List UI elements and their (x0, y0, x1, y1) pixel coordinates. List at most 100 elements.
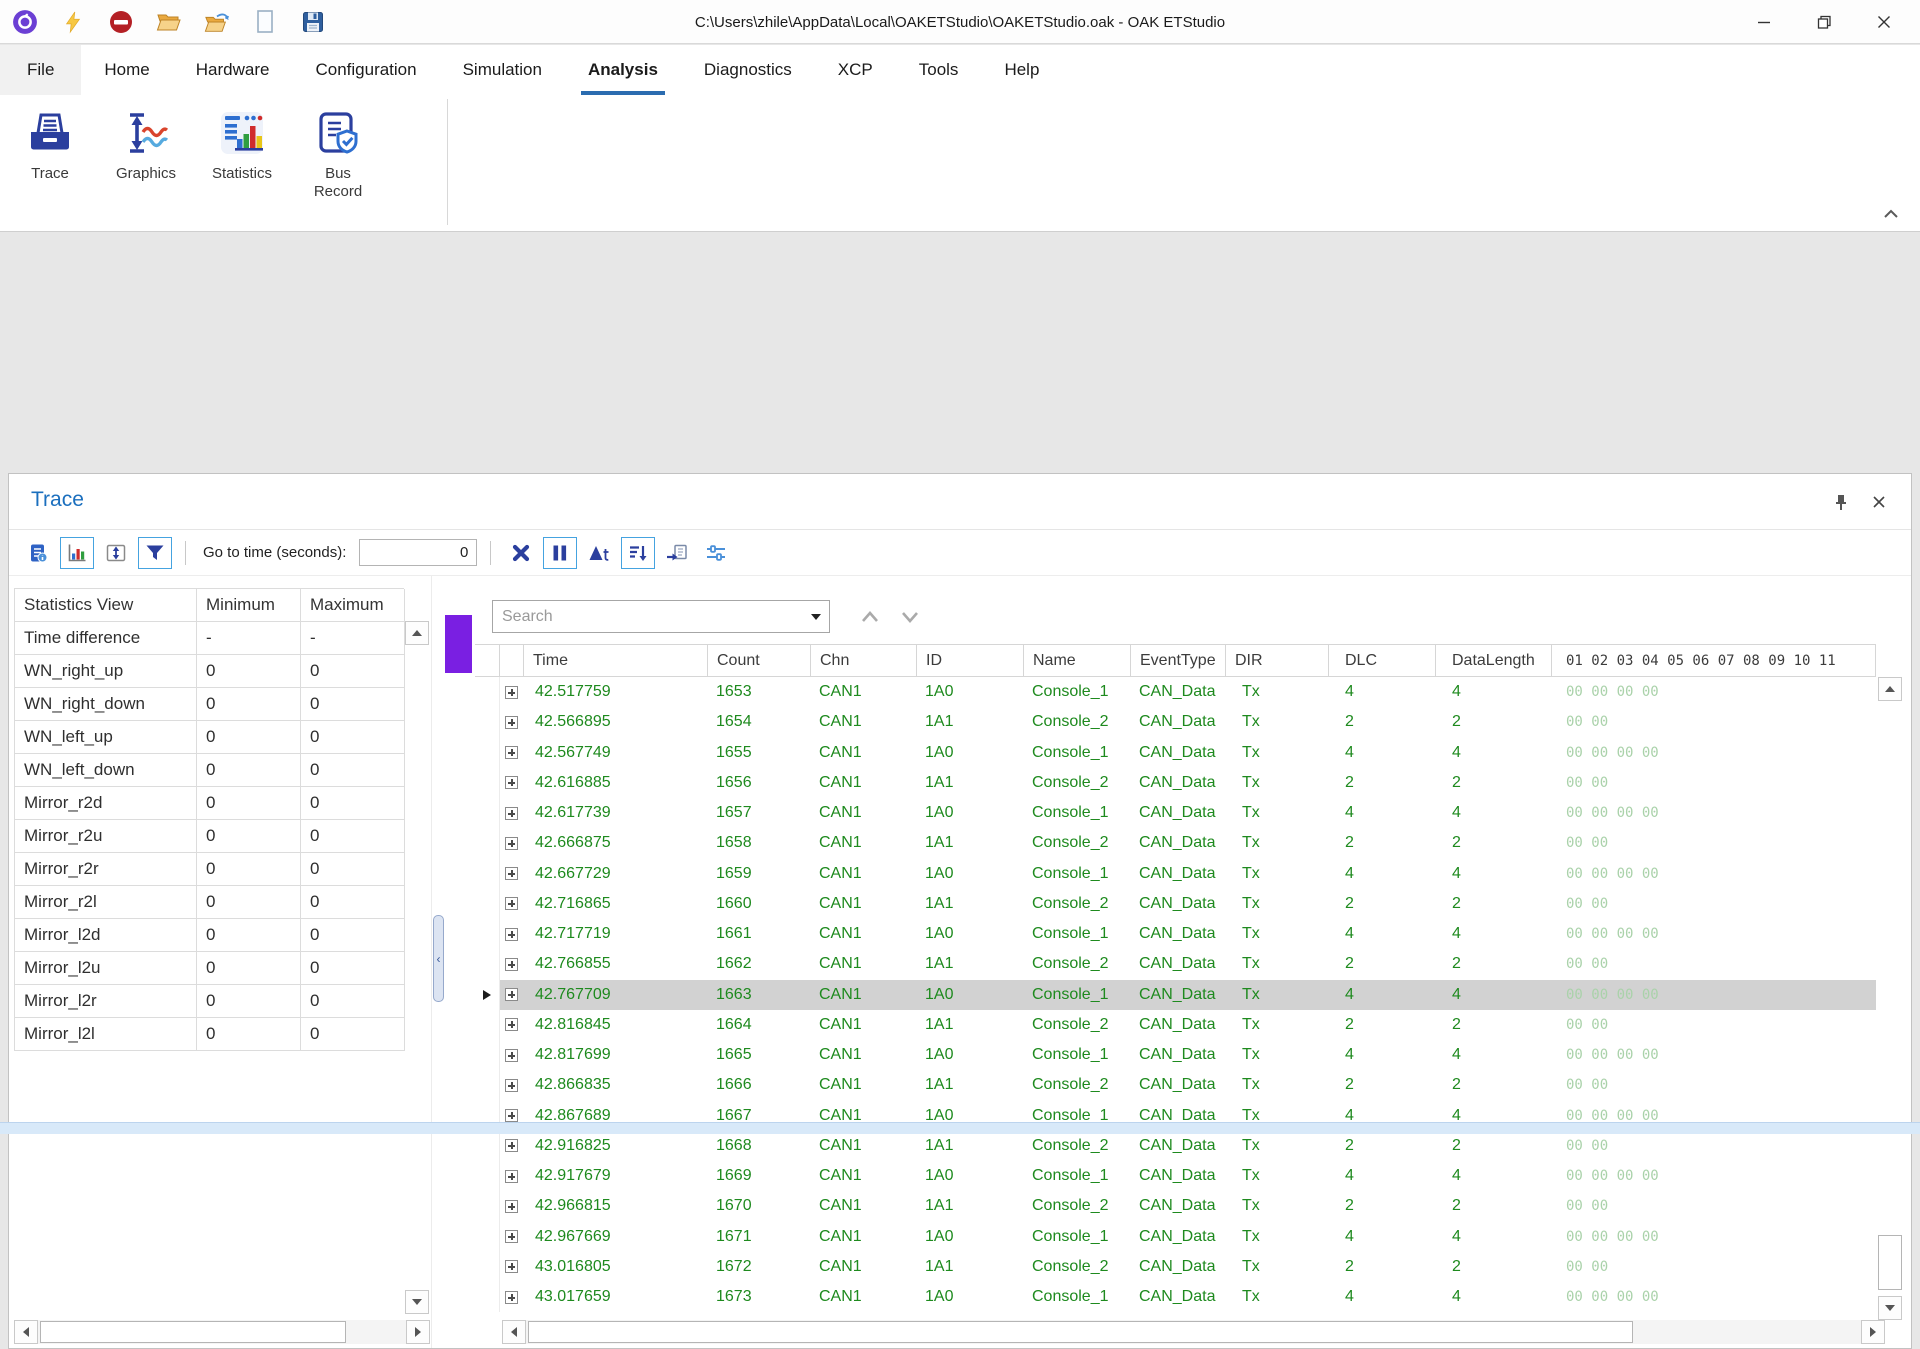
overview-button[interactable] (21, 537, 55, 569)
import-folder-icon[interactable] (204, 9, 230, 35)
expand-plus-icon[interactable] (505, 807, 518, 820)
trace-vertical-scrollbar[interactable] (1878, 677, 1904, 1320)
trace-row[interactable]: 43.0168051672CAN11A1Console_2CAN_DataTx2… (475, 1252, 1876, 1282)
column-header-eventtype[interactable]: EventType (1131, 645, 1226, 677)
save-icon[interactable] (300, 9, 326, 35)
ribbon-button-trace[interactable]: Trace (2, 101, 98, 201)
scroll-up-button[interactable] (1878, 677, 1902, 701)
expand-plus-icon[interactable] (505, 1260, 518, 1273)
statistics-row[interactable]: WN_left_up00 (15, 721, 404, 754)
expand-plus-icon[interactable] (505, 1230, 518, 1243)
clear-button[interactable] (504, 537, 538, 569)
close-button[interactable] (1854, 0, 1914, 44)
statistics-row[interactable]: Mirror_l2l00 (15, 1018, 404, 1051)
expand-plus-icon[interactable] (505, 988, 518, 1001)
expand-plus-icon[interactable] (505, 686, 518, 699)
trace-row[interactable]: 42.9676691671CAN11A0Console_1CAN_DataTx4… (475, 1222, 1876, 1252)
expand-plus-icon[interactable] (505, 928, 518, 941)
expand-plus-icon[interactable] (505, 716, 518, 729)
column-header-databytes[interactable]: 01 02 03 04 05 06 07 08 09 10 11 12 (1552, 645, 1876, 677)
statistics-row[interactable]: WN_right_up00 (15, 655, 404, 688)
scroll-up-button[interactable] (405, 621, 429, 645)
pause-button[interactable] (543, 537, 577, 569)
search-input[interactable] (493, 601, 803, 632)
column-header-id[interactable]: ID (917, 645, 1024, 677)
panel-close-icon[interactable] (1867, 490, 1891, 514)
lightning-icon[interactable] (60, 9, 86, 35)
fit-rows-button[interactable] (99, 537, 133, 569)
expand-plus-icon[interactable] (505, 867, 518, 880)
statistics-row[interactable]: Mirror_l2r00 (15, 985, 404, 1018)
goto-time-input[interactable] (359, 539, 477, 566)
column-header-datalength[interactable]: DataLength (1436, 645, 1552, 677)
ribbon-collapse-chevron-icon[interactable] (1878, 203, 1904, 225)
search-next-button[interactable] (896, 604, 924, 630)
trace-row[interactable]: 42.6177391657CAN11A0Console_1CAN_DataTx4… (475, 798, 1876, 828)
scrollbar-thumb[interactable] (40, 1321, 346, 1343)
trace-row[interactable]: 42.5677491655CAN11A0Console_1CAN_DataTx4… (475, 738, 1876, 768)
scroll-right-button[interactable] (406, 1320, 430, 1344)
ribbon-button-statistics[interactable]: Statistics (194, 101, 290, 201)
statistics-row[interactable]: Mirror_r2r00 (15, 853, 404, 886)
ribbon-button-bus-record[interactable]: Bus Record (290, 101, 386, 201)
menu-item-hardware[interactable]: Hardware (173, 45, 293, 95)
trace-row[interactable]: 42.7168651660CAN11A1Console_2CAN_DataTx2… (475, 889, 1876, 919)
app-logo-icon[interactable] (12, 9, 38, 35)
column-header-time[interactable]: Time (524, 645, 708, 677)
expand-plus-icon[interactable] (505, 1170, 518, 1183)
statistics-row[interactable]: Mirror_l2u00 (15, 952, 404, 985)
trace-row[interactable]: 42.8176991665CAN11A0Console_1CAN_DataTx4… (475, 1040, 1876, 1070)
trace-row[interactable]: 42.9176791669CAN11A0Console_1CAN_DataTx4… (475, 1161, 1876, 1191)
trace-row[interactable]: 42.8168451664CAN11A1Console_2CAN_DataTx2… (475, 1010, 1876, 1040)
trace-row[interactable]: 42.5177591653CAN11A0Console_1CAN_DataTx4… (475, 677, 1876, 707)
expand-plus-icon[interactable] (505, 1291, 518, 1304)
scroll-left-button[interactable] (14, 1320, 38, 1344)
trace-row[interactable]: 42.7677091663CAN11A0Console_1CAN_DataTx4… (475, 980, 1876, 1010)
menu-item-configuration[interactable]: Configuration (292, 45, 439, 95)
trace-row[interactable]: 42.7668551662CAN11A1Console_2CAN_DataTx2… (475, 949, 1876, 979)
expand-plus-icon[interactable] (505, 837, 518, 850)
statistics-row[interactable]: Mirror_r2d00 (15, 787, 404, 820)
statistics-row[interactable]: Mirror_r2l00 (15, 886, 404, 919)
expand-plus-icon[interactable] (505, 1018, 518, 1031)
pin-icon[interactable] (1829, 490, 1853, 514)
scrollbar-thumb[interactable] (528, 1321, 1633, 1343)
expand-plus-icon[interactable] (505, 1200, 518, 1213)
menu-item-tools[interactable]: Tools (896, 45, 982, 95)
scroll-right-button[interactable] (1861, 1320, 1885, 1344)
scroll-down-button[interactable] (405, 1290, 429, 1314)
trace-row[interactable]: 42.9168251668CAN11A1Console_2CAN_DataTx2… (475, 1131, 1876, 1161)
trace-row[interactable]: 42.9668151670CAN11A1Console_2CAN_DataTx2… (475, 1191, 1876, 1221)
menu-item-file[interactable]: File (0, 45, 81, 95)
statistics-row[interactable]: Mirror_l2d00 (15, 919, 404, 952)
statistics-view-button[interactable] (60, 537, 94, 569)
trace-row[interactable]: 42.6668751658CAN11A1Console_2CAN_DataTx2… (475, 828, 1876, 858)
expand-plus-icon[interactable] (505, 897, 518, 910)
expand-plus-icon[interactable] (505, 1079, 518, 1092)
filter-button[interactable] (138, 537, 172, 569)
column-header-dlc[interactable]: DLC (1329, 645, 1436, 677)
search-previous-button[interactable] (856, 604, 884, 630)
statistics-row[interactable]: Time difference-- (15, 622, 404, 655)
statistics-vertical-scrollbar[interactable] (405, 621, 430, 1314)
trace-row[interactable]: 42.8668351666CAN11A1Console_2CAN_DataTx2… (475, 1070, 1876, 1100)
column-header-dir[interactable]: DIR (1226, 645, 1329, 677)
trace-row[interactable]: 42.7177191661CAN11A0Console_1CAN_DataTx4… (475, 919, 1876, 949)
menu-item-simulation[interactable]: Simulation (440, 45, 565, 95)
expand-plus-icon[interactable] (505, 1109, 518, 1122)
expand-plus-icon[interactable] (505, 776, 518, 789)
scrollbar-thumb[interactable] (1878, 1235, 1902, 1290)
search-combobox[interactable] (492, 600, 830, 633)
settings-sliders-button[interactable] (699, 537, 733, 569)
menu-item-help[interactable]: Help (981, 45, 1062, 95)
scroll-left-button[interactable] (502, 1320, 526, 1344)
combo-dropdown-icon[interactable] (803, 614, 829, 620)
trace-row[interactable]: 43.0176591673CAN11A0Console_1CAN_DataTx4… (475, 1282, 1876, 1312)
statistics-horizontal-scrollbar[interactable] (14, 1320, 430, 1344)
expand-plus-icon[interactable] (505, 746, 518, 759)
statistics-row[interactable]: WN_right_down00 (15, 688, 404, 721)
trace-row[interactable]: 42.5668951654CAN11A1Console_2CAN_DataTx2… (475, 707, 1876, 737)
expand-plus-icon[interactable] (505, 1139, 518, 1152)
column-header-count[interactable]: Count (708, 645, 811, 677)
statistics-row[interactable]: Mirror_r2u00 (15, 820, 404, 853)
